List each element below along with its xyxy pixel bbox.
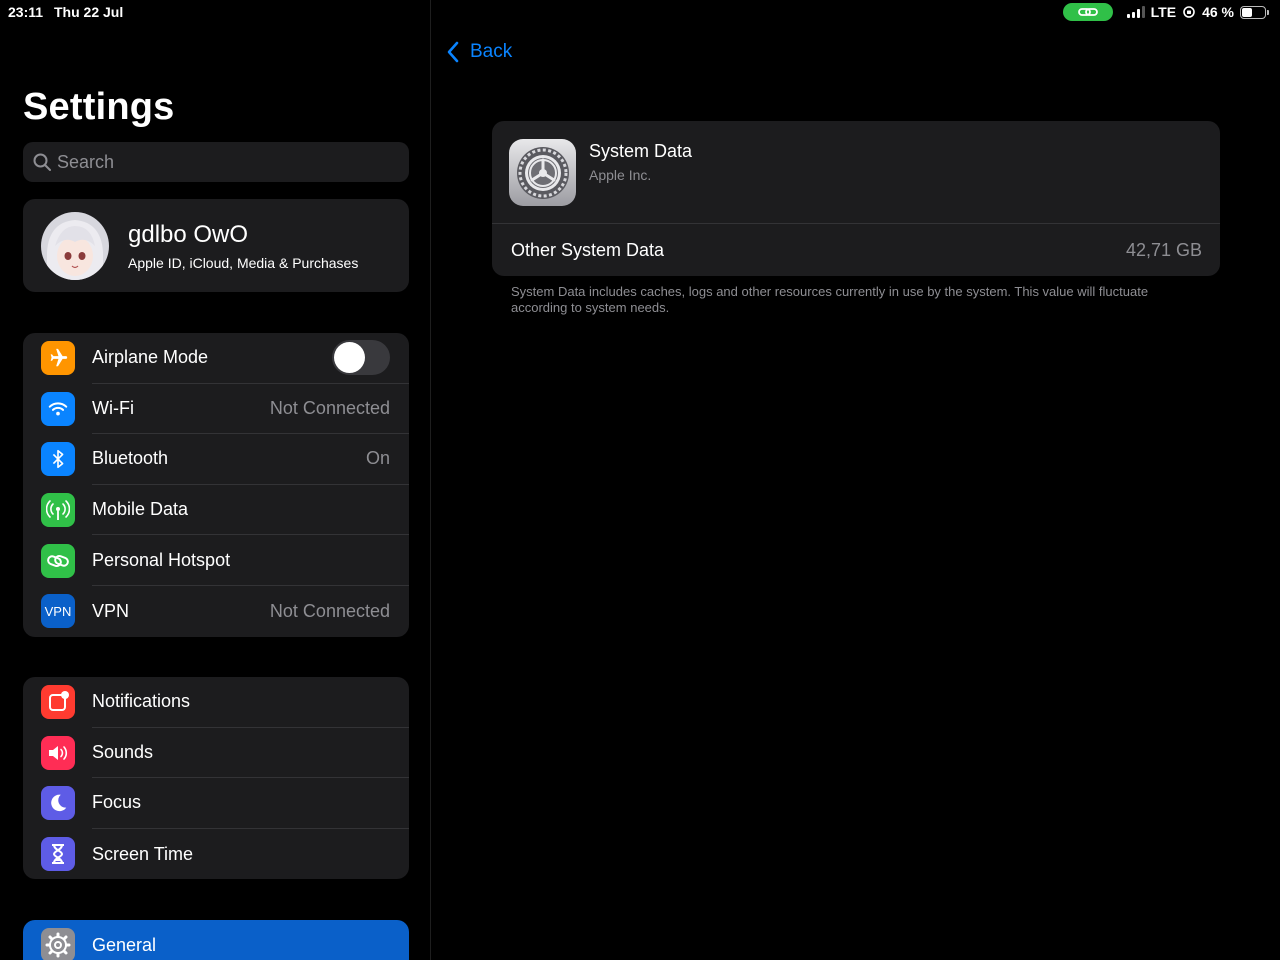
bluetooth-status: On (365, 448, 390, 469)
battery-icon (1240, 5, 1269, 19)
moon-icon (41, 786, 75, 821)
system-data-card: System Data Apple Inc. Other System Data… (492, 121, 1220, 276)
app-vendor: Apple Inc. (589, 167, 652, 183)
vpn-status: Not Connected (269, 600, 390, 621)
notifications-icon (41, 685, 75, 720)
speaker-icon (41, 735, 75, 770)
page-title: Settings (23, 86, 175, 128)
app-name: System Data (589, 141, 693, 161)
sidebar-item-label: Mobile Data (92, 499, 189, 520)
chevron-left-icon (447, 41, 459, 63)
settings-gear-app-icon (509, 139, 576, 206)
airplane-mode-toggle[interactable] (332, 340, 390, 376)
hourglass-icon (41, 837, 75, 872)
back-button[interactable]: Back (446, 40, 512, 64)
search-icon (33, 153, 51, 171)
profile-subtitle: Apple ID, iCloud, Media & Purchases (128, 254, 359, 271)
sidebar-item-label: VPN (92, 600, 130, 621)
sidebar-item-label: General (92, 934, 157, 955)
avatar (41, 211, 109, 280)
search-bar[interactable] (23, 142, 409, 182)
airplane-icon (41, 341, 75, 376)
gear-icon (41, 928, 75, 960)
general-group: General (23, 920, 409, 960)
sidebar-item-screen-time[interactable]: Screen Time (23, 829, 409, 880)
network-type: LTE (1150, 4, 1177, 20)
row-label: Other System Data (511, 239, 665, 260)
sidebar: Settings gdlbo OwO Apple ID, iCloud, Med… (0, 0, 431, 960)
battery-percent: 46 % (1202, 4, 1234, 20)
sidebar-item-label: Sounds (92, 741, 154, 762)
apple-id-profile[interactable]: gdlbo OwO Apple ID, iCloud, Media & Purc… (23, 199, 409, 292)
sidebar-item-general[interactable]: General (23, 920, 409, 960)
sidebar-item-label: Notifications (92, 691, 191, 712)
status-indicators: LTE 46 % (1062, 3, 1269, 21)
hotspot-indicator (1062, 3, 1113, 21)
app-header-row: System Data Apple Inc. (492, 121, 1220, 224)
sidebar-item-label: Wi-Fi (92, 397, 134, 418)
hotspot-link-icon (1077, 8, 1098, 16)
sidebar-item-mobile-data[interactable]: Mobile Data (23, 485, 409, 536)
back-label: Back (470, 41, 513, 62)
vpn-icon-text: VPN (44, 603, 72, 619)
sidebar-item-label: Airplane Mode (92, 347, 209, 368)
sidebar-item-label: Focus (92, 792, 142, 813)
vpn-icon: VPN (41, 594, 75, 629)
sidebar-item-focus[interactable]: Focus (23, 778, 409, 829)
wifi-status: Not Connected (269, 397, 390, 418)
sidebar-item-label: Screen Time (92, 843, 194, 864)
search-input[interactable] (57, 151, 387, 173)
sidebar-item-airplane-mode[interactable]: Airplane Mode (23, 333, 409, 384)
alerts-group: Notifications Sounds Focus Screen Time (23, 677, 409, 880)
orientation-lock-icon (1183, 6, 1195, 18)
sidebar-item-wifi[interactable]: Wi-Fi Not Connected (23, 384, 409, 435)
connectivity-group: Airplane Mode Wi-Fi Not Connected Blueto… (23, 333, 409, 637)
sidebar-item-bluetooth[interactable]: Bluetooth On (23, 434, 409, 485)
wifi-icon (41, 391, 75, 426)
sidebar-item-label: Personal Hotspot (92, 549, 231, 570)
sidebar-item-vpn[interactable]: VPN VPN Not Connected (23, 586, 409, 637)
row-value: 42,71 GB (1125, 239, 1202, 260)
antenna-icon (41, 493, 75, 528)
sidebar-item-label: Bluetooth (92, 448, 169, 469)
profile-name: gdlbo OwO (128, 220, 249, 248)
sidebar-item-notifications[interactable]: Notifications (23, 677, 409, 728)
sidebar-item-personal-hotspot[interactable]: Personal Hotspot (23, 535, 409, 586)
bluetooth-icon (41, 442, 75, 477)
system-data-footnote: System Data includes caches, logs and ot… (511, 284, 1149, 315)
other-system-data-row: Other System Data 42,71 GB (492, 224, 1220, 276)
cellular-signal-icon (1126, 6, 1145, 18)
hotspot-link-icon (41, 543, 75, 578)
sidebar-item-sounds[interactable]: Sounds (23, 728, 409, 779)
